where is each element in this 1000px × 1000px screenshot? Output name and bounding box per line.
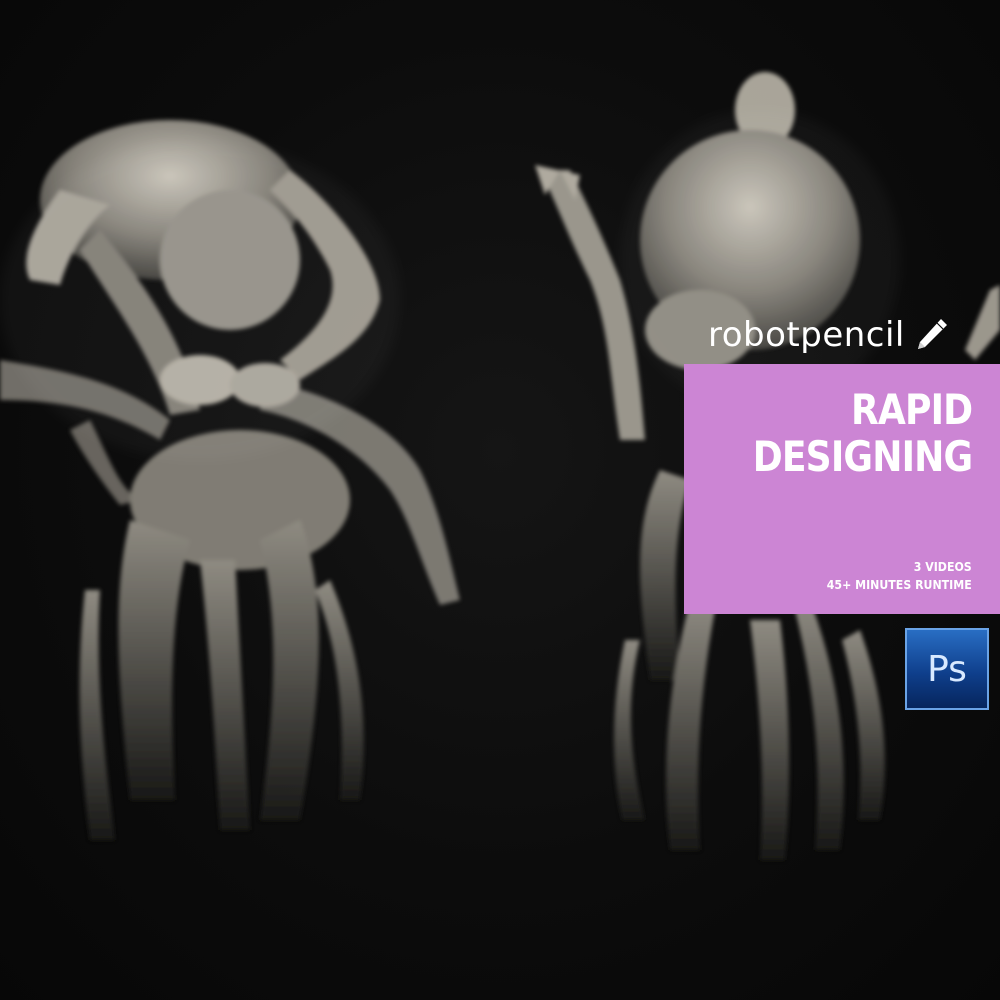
photoshop-icon: Ps <box>905 628 989 710</box>
robotpencil-logo: robotpencil <box>708 312 951 358</box>
course-title-line-1: RAPID <box>850 385 973 434</box>
logo-wordmark: robotpencil <box>708 315 905 355</box>
photoshop-badge-label: Ps <box>927 648 967 690</box>
course-details: 3 VIDEOS 45+ MINUTES RUNTIME <box>827 558 972 594</box>
course-title-line-2: DESIGNING <box>752 432 972 481</box>
course-promo-panel: RAPID DESIGNING 3 VIDEOS 45+ MINUTES RUN… <box>684 364 1000 614</box>
runtime-text: 45+ MINUTES RUNTIME <box>827 577 972 592</box>
video-count-text: 3 VIDEOS <box>913 559 972 574</box>
promo-canvas: robotpencil RAPID DESIGNING 3 VIDEOS 45+… <box>0 0 1000 1000</box>
course-title: RAPID DESIGNING <box>752 386 972 480</box>
pencil-icon <box>917 319 947 349</box>
